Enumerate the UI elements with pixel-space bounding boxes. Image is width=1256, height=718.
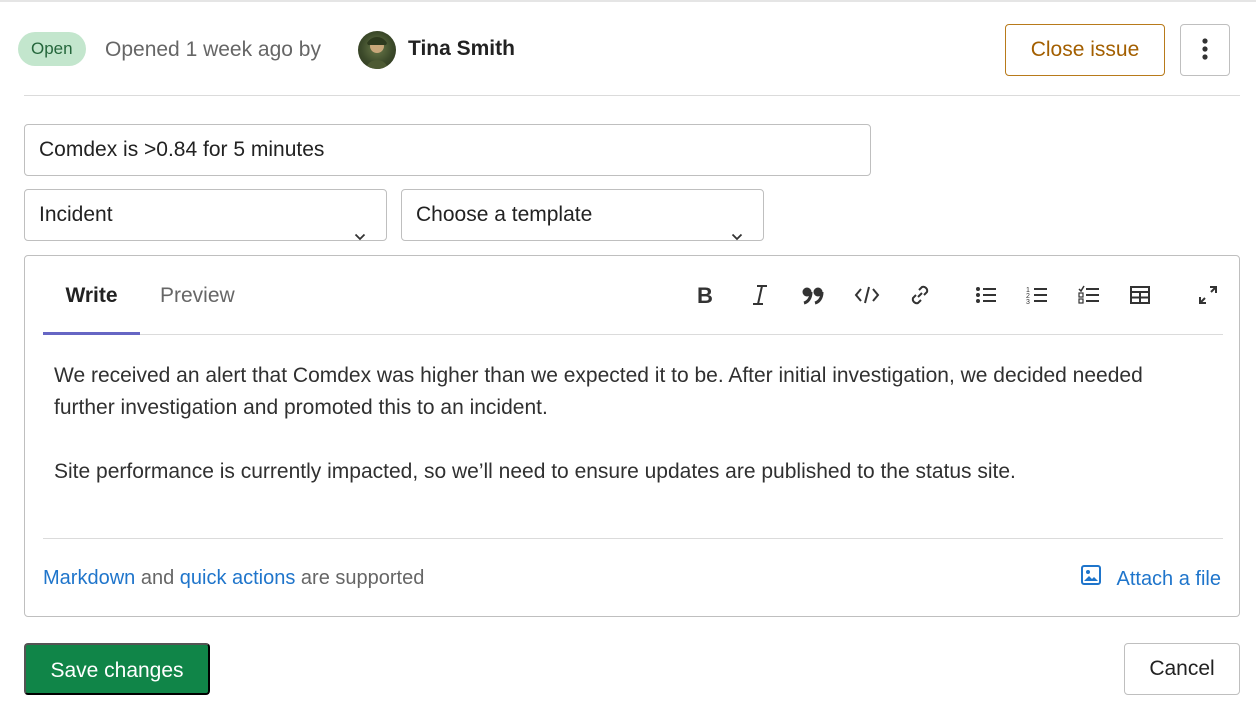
italic-icon[interactable] <box>745 280 775 310</box>
template-value: Choose a template <box>416 203 593 226</box>
code-icon[interactable] <box>852 280 882 310</box>
description-textarea[interactable]: We received an alert that Comdex was hig… <box>54 360 1204 520</box>
image-icon <box>1080 564 1116 594</box>
bold-icon[interactable]: B <box>689 280 719 310</box>
attach-file-label: Attach a file <box>1116 568 1221 590</box>
issue-title-input[interactable]: Comdex is >0.84 for 5 minutes <box>24 124 871 176</box>
issue-header: Open Opened 1 week ago by Tina Smith Clo… <box>18 24 1240 76</box>
status-badge: Open <box>18 32 86 66</box>
svg-text:B: B <box>697 284 713 306</box>
issue-type-select[interactable]: Incident <box>24 189 387 241</box>
cancel-button[interactable]: Cancel <box>1124 643 1240 695</box>
link-icon[interactable] <box>905 280 935 310</box>
vertical-ellipsis-icon <box>1202 37 1208 63</box>
opened-text: Opened 1 week ago by <box>105 38 321 61</box>
chevron-down-icon <box>354 210 366 260</box>
markdown-support-note: Markdown and quick actions are supported <box>43 564 424 592</box>
description-paragraph: Site performance is currently impacted, … <box>54 460 1016 483</box>
save-changes-button[interactable]: Save changes <box>24 643 210 695</box>
table-icon[interactable] <box>1125 280 1155 310</box>
fullscreen-icon[interactable] <box>1193 280 1223 310</box>
top-border <box>0 0 1256 2</box>
description-paragraph: We received an alert that Comdex was hig… <box>54 364 1143 419</box>
quick-actions-link[interactable]: quick actions <box>180 567 296 589</box>
header-divider <box>24 95 1240 96</box>
close-issue-button[interactable]: Close issue <box>1005 24 1165 76</box>
template-select[interactable]: Choose a template <box>401 189 764 241</box>
task-list-icon[interactable] <box>1074 280 1104 310</box>
and-text: and <box>135 567 180 589</box>
chevron-down-icon <box>731 210 743 260</box>
more-actions-button[interactable] <box>1180 24 1230 76</box>
issue-type-value: Incident <box>39 203 113 226</box>
svg-text:3: 3 <box>1026 299 1030 305</box>
editor-footer-divider <box>43 538 1223 539</box>
supported-text: are supported <box>295 567 425 589</box>
attach-file-button[interactable]: Attach a file <box>1080 564 1221 594</box>
avatar[interactable] <box>358 31 396 69</box>
tab-write[interactable]: Write <box>43 256 140 335</box>
editor-tabs: Write Preview B 123 <box>43 256 1223 335</box>
description-editor: Write Preview B 123 We received an alert… <box>24 255 1240 617</box>
author-name[interactable]: Tina Smith <box>408 35 515 63</box>
markdown-link[interactable]: Markdown <box>43 567 135 589</box>
numbered-list-icon[interactable]: 123 <box>1022 280 1052 310</box>
quote-icon[interactable] <box>798 280 828 310</box>
tab-preview[interactable]: Preview <box>160 256 235 335</box>
bullet-list-icon[interactable] <box>971 280 1001 310</box>
